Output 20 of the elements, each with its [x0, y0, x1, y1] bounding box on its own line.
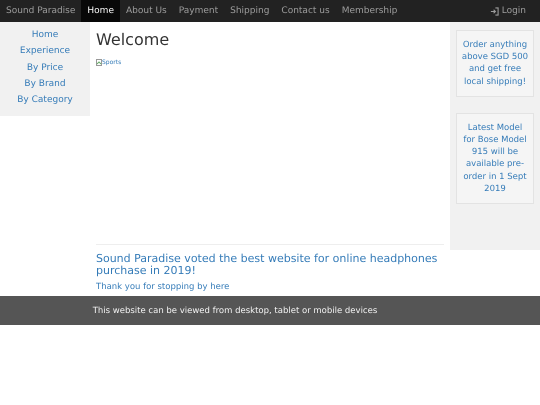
footer-text: This website can be viewed from desktop, tablet or mobile devices	[92, 306, 378, 316]
sidebar-link[interactable]: By Price	[26, 62, 64, 74]
nav-link[interactable]: Payment	[172, 0, 224, 22]
info-card: Latest Model for Bose Model 915 will be available pre-order in 1 Sept 2019	[456, 112, 534, 204]
sidebar-link[interactable]: By Brand	[24, 78, 66, 90]
nav-link[interactable]: Membership	[336, 0, 404, 22]
login-link[interactable]: Login	[484, 0, 540, 22]
page-title: Welcome	[96, 30, 170, 49]
nav-link[interactable]: About Us	[120, 0, 173, 22]
login-icon	[490, 6, 499, 16]
brand-link[interactable]: Sound Paradise	[0, 0, 82, 22]
nav-link[interactable]: Contact us	[275, 0, 336, 22]
sidebar-link[interactable]: By Category	[17, 94, 73, 106]
sidebar-link[interactable]: Experience	[20, 45, 70, 58]
nav-link[interactable]: Home	[81, 0, 120, 22]
nav-link[interactable]: Shipping	[224, 0, 276, 22]
sidebar-link[interactable]: Home	[32, 29, 58, 42]
headline: Sound Paradise voted the best website for online headphones purchase in 2019!	[96, 253, 438, 276]
thank-you-text: Thank you for stopping by here	[96, 282, 230, 292]
info-card: Order anything above SGD 500 and get free local shipping!	[456, 30, 534, 97]
